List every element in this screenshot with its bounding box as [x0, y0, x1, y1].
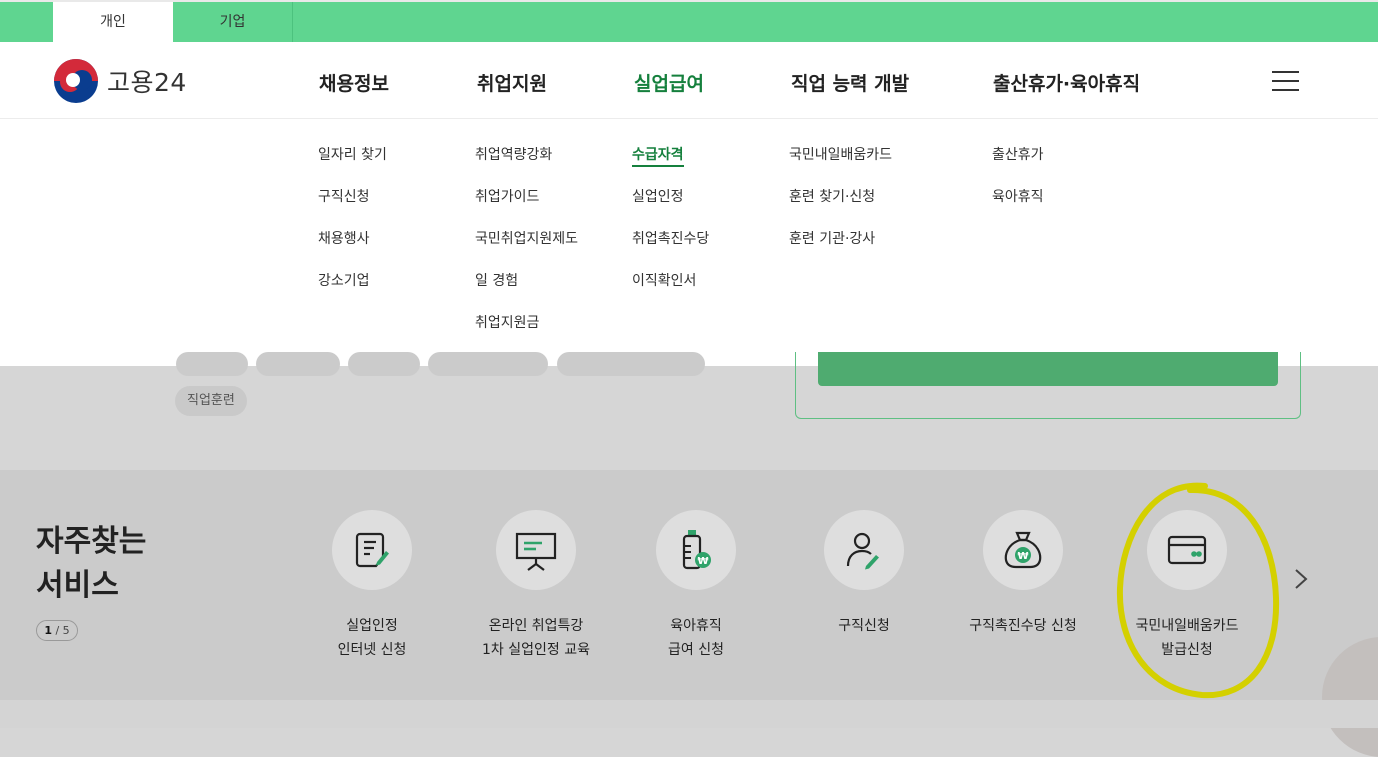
tab-business[interactable]: 기업 — [173, 2, 293, 42]
menu-column-job-support: 취업역량강화 취업가이드 국민취업지원제도 일 경험 취업지원금 — [475, 145, 578, 355]
service-parental-leave-benefit[interactable]: ₩ 육아휴직 급여 신청 — [616, 510, 776, 662]
bottom-section — [0, 700, 1378, 728]
frequent-services-section: 자주찾는 서비스 1 / 5 실업인정 인터넷 신청 온라인 취업특강 1차 실… — [0, 470, 1378, 757]
service-online-lecture[interactable]: 온라인 취업특강 1차 실업인정 교육 — [456, 510, 616, 662]
menu-column-leave: 출산휴가 육아휴직 — [992, 145, 1044, 229]
menu-item[interactable]: 일 경험 — [475, 271, 578, 313]
chevron-right-icon[interactable] — [1292, 567, 1310, 591]
menu-column-unemployment: 수급자격 실업인정 취업촉진수당 이직확인서 — [632, 145, 709, 313]
menu-hamburger-icon[interactable] — [1272, 71, 1299, 91]
menu-item[interactable]: 실업인정 — [632, 187, 709, 229]
service-icon-circle — [824, 510, 904, 590]
service-icon-circle — [1147, 510, 1227, 590]
gnb-unemployment-benefit[interactable]: 실업급여 — [634, 69, 704, 96]
menu-item[interactable]: 구직신청 — [318, 187, 387, 229]
keyword-chip[interactable] — [348, 352, 420, 376]
gnb-recruit-info[interactable]: 채용정보 — [319, 69, 389, 96]
service-job-promotion-allowance[interactable]: ₩ 구직촉진수당 신청 — [943, 510, 1103, 638]
menu-item-current[interactable]: 수급자격 — [632, 145, 709, 187]
service-label: 실업인정 인터넷 신청 — [337, 618, 407, 658]
menu-column-recruit: 일자리 찾기 구직신청 채용행사 강소기업 — [318, 145, 387, 313]
menu-item-label: 수급자격 — [632, 147, 684, 167]
menu-item[interactable]: 훈련 찾기·신청 — [789, 187, 892, 229]
section-title-line-2: 서비스 — [36, 568, 119, 603]
document-pen-icon — [355, 532, 389, 568]
tab-personal[interactable]: 개인 — [53, 2, 173, 42]
keyword-chip[interactable] — [428, 352, 548, 376]
service-job-seeking-registration[interactable]: 구직신청 — [784, 510, 944, 638]
menu-item[interactable]: 취업촉진수당 — [632, 229, 709, 271]
section-title: 자주찾는 서비스 — [36, 520, 146, 608]
menu-item[interactable]: 일자리 찾기 — [318, 145, 387, 187]
service-label: 국민내일배움카드 발급신청 — [1135, 618, 1239, 658]
service-label: 구직신청 — [838, 618, 890, 634]
gnb-job-support[interactable]: 취업지원 — [477, 69, 547, 96]
top-tab-bar: 개인 기업 — [0, 0, 1378, 42]
presentation-board-icon — [515, 532, 557, 571]
pager-current: 1 — [44, 624, 52, 637]
menu-item[interactable]: 취업가이드 — [475, 187, 578, 229]
person-pen-icon — [846, 532, 879, 570]
keyword-chip[interactable] — [256, 352, 340, 376]
service-icon-circle: ₩ — [983, 510, 1063, 590]
menu-item[interactable]: 육아휴직 — [992, 187, 1044, 229]
card-icon — [1167, 535, 1207, 565]
keyword-chip[interactable] — [557, 352, 705, 376]
pager-total: / 5 — [55, 624, 70, 637]
service-icon-circle: ₩ — [656, 510, 736, 590]
money-bag-won-icon: ₩ — [1004, 531, 1042, 569]
menu-item[interactable]: 이직확인서 — [632, 271, 709, 313]
gnb-vocational-training[interactable]: 직업 능력 개발 — [791, 69, 909, 96]
svg-text:₩: ₩ — [697, 556, 708, 567]
decorative-circle — [1322, 637, 1378, 757]
menu-column-training: 국민내일배움카드 훈련 찾기·신청 훈련 기관·강사 — [789, 145, 892, 271]
service-national-training-card[interactable]: 국민내일배움카드 발급신청 — [1107, 510, 1267, 662]
taegeuk-logo-icon — [54, 59, 98, 103]
service-unemployment-recognition[interactable]: 실업인정 인터넷 신청 — [292, 510, 452, 662]
menu-item[interactable]: 출산휴가 — [992, 145, 1044, 187]
keyword-chip-vocational-training[interactable]: 직업훈련 — [175, 386, 247, 416]
service-label: 구직촉진수당 신청 — [969, 618, 1077, 634]
service-icon-circle — [496, 510, 576, 590]
service-label: 온라인 취업특강 1차 실업인정 교육 — [482, 618, 590, 658]
baby-bottle-won-icon: ₩ — [682, 530, 711, 570]
service-label: 육아휴직 급여 신청 — [668, 618, 724, 658]
menu-item[interactable]: 국민취업지원제도 — [475, 229, 578, 271]
carousel-pager: 1 / 5 — [36, 620, 78, 641]
menu-item[interactable]: 채용행사 — [318, 229, 387, 271]
keyword-chip[interactable] — [176, 352, 248, 376]
menu-item[interactable]: 국민내일배움카드 — [789, 145, 892, 187]
menu-item[interactable]: 강소기업 — [318, 271, 387, 313]
service-icon-circle — [332, 510, 412, 590]
menu-item[interactable]: 취업지원금 — [475, 313, 578, 355]
login-button[interactable] — [818, 352, 1278, 386]
menu-item[interactable]: 훈련 기관·강사 — [789, 229, 892, 271]
logo-text: 고용24 — [107, 68, 187, 97]
gnb-maternity-parental-leave[interactable]: 출산휴가·육아휴직 — [993, 69, 1140, 96]
mega-menu-dropdown: 일자리 찾기 구직신청 채용행사 강소기업 취업역량강화 취업가이드 국민취업지… — [0, 119, 1378, 366]
login-panel — [795, 352, 1301, 419]
site-header: 고용24 채용정보 취업지원 실업급여 직업 능력 개발 출산휴가·육아휴직 — [0, 42, 1378, 119]
svg-text:₩: ₩ — [1017, 551, 1028, 562]
logo[interactable]: 고용24 — [54, 59, 187, 103]
menu-item[interactable]: 취업역량강화 — [475, 145, 578, 187]
section-title-line-1: 자주찾는 — [36, 524, 147, 559]
